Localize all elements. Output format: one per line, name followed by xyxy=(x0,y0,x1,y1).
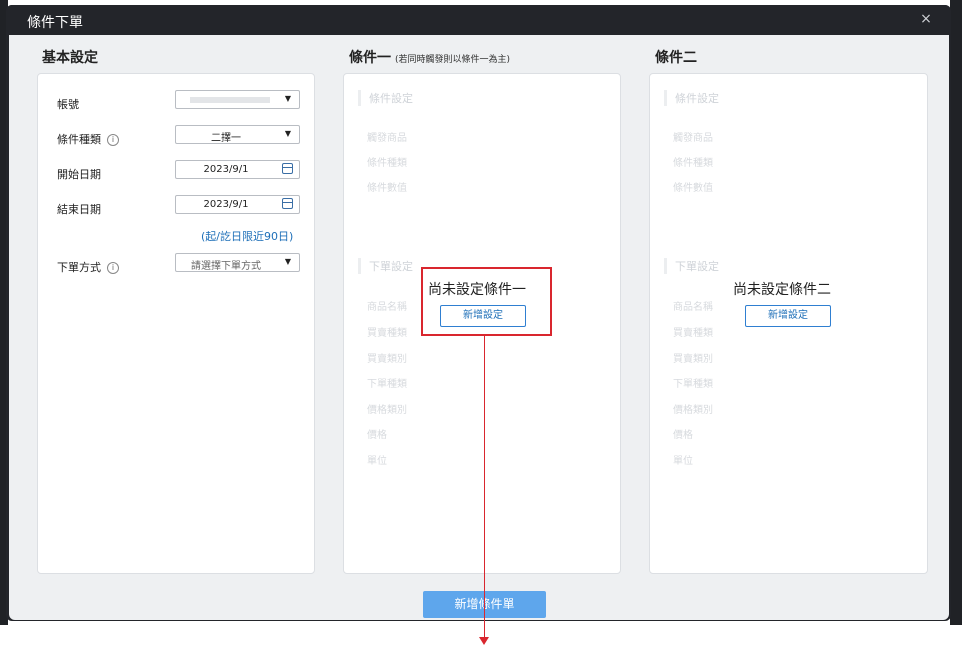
account-label: 帳號 xyxy=(57,98,79,111)
condition1-field: 條件種類 xyxy=(367,158,407,169)
info-icon[interactable]: i xyxy=(107,134,119,146)
condition2-field: 買賣種類 xyxy=(673,328,713,339)
pointer-line xyxy=(484,336,485,639)
condition1-section-condition: 條件設定 xyxy=(358,90,413,106)
dialog-title: 條件下單 xyxy=(27,15,83,31)
condition1-field: 買賣類別 xyxy=(367,354,407,365)
order-method-placeholder: 請選擇下單方式 xyxy=(191,261,261,272)
condition2-field: 下單種類 xyxy=(673,379,713,390)
condition2-field: 觸發商品 xyxy=(673,133,713,144)
condition2-field: 價格 xyxy=(673,430,693,441)
condition2-field: 商品名稱 xyxy=(673,302,713,313)
condition2-section-order: 下單設定 xyxy=(664,258,719,274)
condition2-field: 單位 xyxy=(673,456,693,467)
info-icon[interactable]: i xyxy=(107,262,119,274)
condition-type-label: 條件種類 i xyxy=(57,131,119,147)
order-method-label: 下單方式 i xyxy=(57,259,119,275)
end-date-label: 結束日期 xyxy=(57,203,101,216)
condition1-heading: 條件一 xyxy=(349,50,391,66)
condition-type-select[interactable]: 二擇一 ▼ xyxy=(175,125,300,144)
condition2-empty-message: 尚未設定條件二 xyxy=(733,282,831,298)
dialog-titlebar: 條件下單 × xyxy=(6,5,951,35)
date-range-note: (起/訖日限近90日) xyxy=(201,230,294,243)
pointer-arrow-icon xyxy=(479,637,489,645)
condition1-note: (若同時觸發則以條件一為主) xyxy=(395,55,511,65)
background-window-right xyxy=(950,0,962,625)
order-method-label-text: 下單方式 xyxy=(57,261,101,274)
start-date-input[interactable]: 2023/9/1 xyxy=(175,160,300,179)
start-date-label: 開始日期 xyxy=(57,168,101,181)
condition1-field: 價格類別 xyxy=(367,405,407,416)
condition1-field: 觸發商品 xyxy=(367,133,407,144)
condition2-panel: 條件設定 觸發商品 條件種類 條件數值 下單設定 商品名稱 買賣種類 買賣類別 … xyxy=(649,73,928,574)
condition1-field: 條件數值 xyxy=(367,183,407,194)
calendar-icon[interactable] xyxy=(282,163,293,174)
condition2-add-button[interactable]: 新增設定 xyxy=(745,305,831,327)
condition2-title: 條件二 xyxy=(655,50,697,66)
chevron-down-icon: ▼ xyxy=(284,94,291,103)
condition1-field: 買賣種類 xyxy=(367,328,407,339)
order-method-select[interactable]: 請選擇下單方式 ▼ xyxy=(175,253,300,272)
condition2-section-condition: 條件設定 xyxy=(664,90,719,106)
account-select[interactable]: ▼ xyxy=(175,90,300,109)
highlight-box xyxy=(421,267,552,336)
condition2-field: 買賣類別 xyxy=(673,354,713,365)
start-date-value: 2023/9/1 xyxy=(203,164,249,175)
chevron-down-icon: ▼ xyxy=(284,257,291,266)
condition2-field: 條件種類 xyxy=(673,158,713,169)
end-date-value: 2023/9/1 xyxy=(203,199,249,210)
calendar-icon[interactable] xyxy=(282,198,293,209)
condition2-field: 價格類別 xyxy=(673,405,713,416)
condition1-field: 價格 xyxy=(367,430,387,441)
basic-settings-panel: 帳號 ▼ 條件種類 i 二擇一 ▼ 開始日期 2023/9/1 結束日期 2023… xyxy=(37,73,315,574)
condition-type-value: 二擇一 xyxy=(211,133,241,144)
condition1-field: 商品名稱 xyxy=(367,302,407,313)
condition1-section-order: 下單設定 xyxy=(358,258,413,274)
condition-type-label-text: 條件種類 xyxy=(57,133,101,146)
condition2-field: 條件數值 xyxy=(673,183,713,194)
masked-account-value xyxy=(190,97,270,103)
condition1-title: 條件一 (若同時觸發則以條件一為主) xyxy=(349,47,510,67)
chevron-down-icon: ▼ xyxy=(284,129,291,138)
close-icon[interactable]: × xyxy=(917,10,935,28)
basic-settings-title: 基本設定 xyxy=(42,50,98,66)
condition1-field: 單位 xyxy=(367,456,387,467)
condition1-field: 下單種類 xyxy=(367,379,407,390)
end-date-input[interactable]: 2023/9/1 xyxy=(175,195,300,214)
